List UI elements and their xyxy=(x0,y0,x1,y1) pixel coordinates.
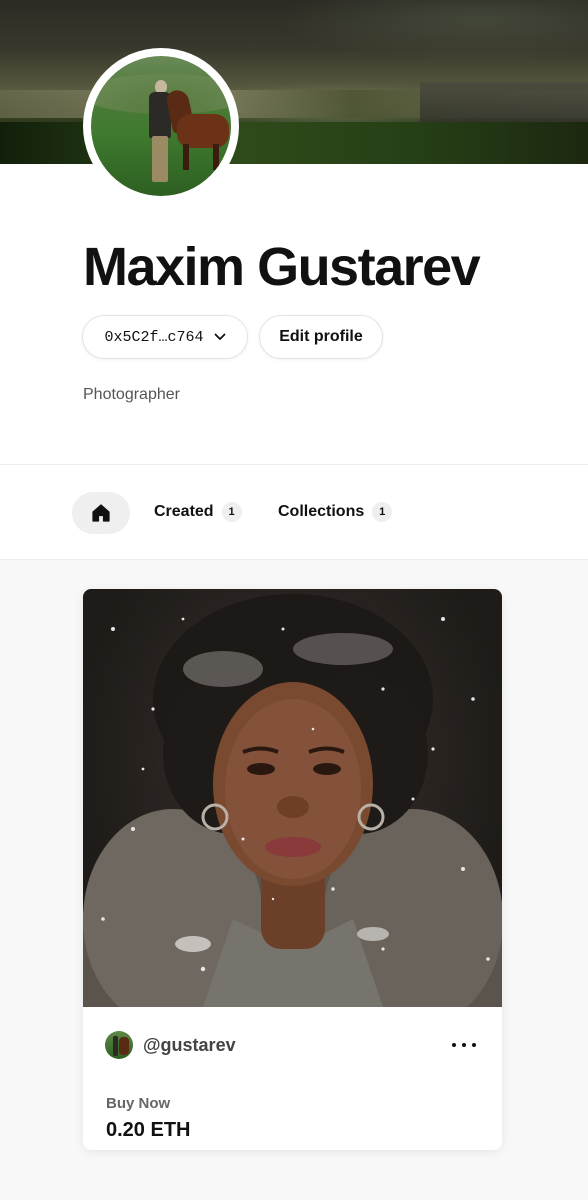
tab-home[interactable] xyxy=(72,492,130,534)
edit-profile-button[interactable]: Edit profile xyxy=(259,315,383,359)
wallet-address-button[interactable]: 0x5C2f…c764 xyxy=(82,315,248,359)
profile-bio: Photographer xyxy=(83,386,180,403)
nft-image xyxy=(83,589,502,1007)
nft-price: 0.20 ETH xyxy=(106,1119,191,1141)
creator-avatar xyxy=(105,1031,133,1059)
creator-handle: @gustarev xyxy=(143,1034,236,1055)
dot-icon xyxy=(462,1043,466,1047)
dot-icon xyxy=(472,1043,476,1047)
divider xyxy=(0,559,588,560)
creator-link[interactable]: @gustarev xyxy=(105,1031,236,1059)
wallet-address: 0x5C2f…c764 xyxy=(104,328,204,346)
tab-collections[interactable]: Collections 1 xyxy=(278,500,393,524)
edit-profile-label: Edit profile xyxy=(279,328,363,345)
avatar-photo xyxy=(91,56,231,196)
chevron-down-icon xyxy=(214,333,225,340)
profile-header-panel xyxy=(0,164,588,464)
tab-created-label: Created xyxy=(154,503,214,520)
tab-collections-label: Collections xyxy=(278,503,365,520)
tab-collections-count: 1 xyxy=(372,502,393,522)
nft-card-footer: @gustarev Buy Now 0.20 ETH xyxy=(83,1007,502,1150)
buy-now-label: Buy Now xyxy=(106,1095,171,1112)
nft-card[interactable]: @gustarev Buy Now 0.20 ETH xyxy=(83,589,502,1150)
profile-name: Maxim Gustarev xyxy=(83,237,481,297)
profile-avatar[interactable] xyxy=(83,48,239,204)
tab-created[interactable]: Created 1 xyxy=(154,500,242,524)
more-options-button[interactable] xyxy=(452,1037,476,1053)
dot-icon xyxy=(452,1043,456,1047)
tab-created-count: 1 xyxy=(221,502,242,522)
home-icon xyxy=(92,504,110,522)
